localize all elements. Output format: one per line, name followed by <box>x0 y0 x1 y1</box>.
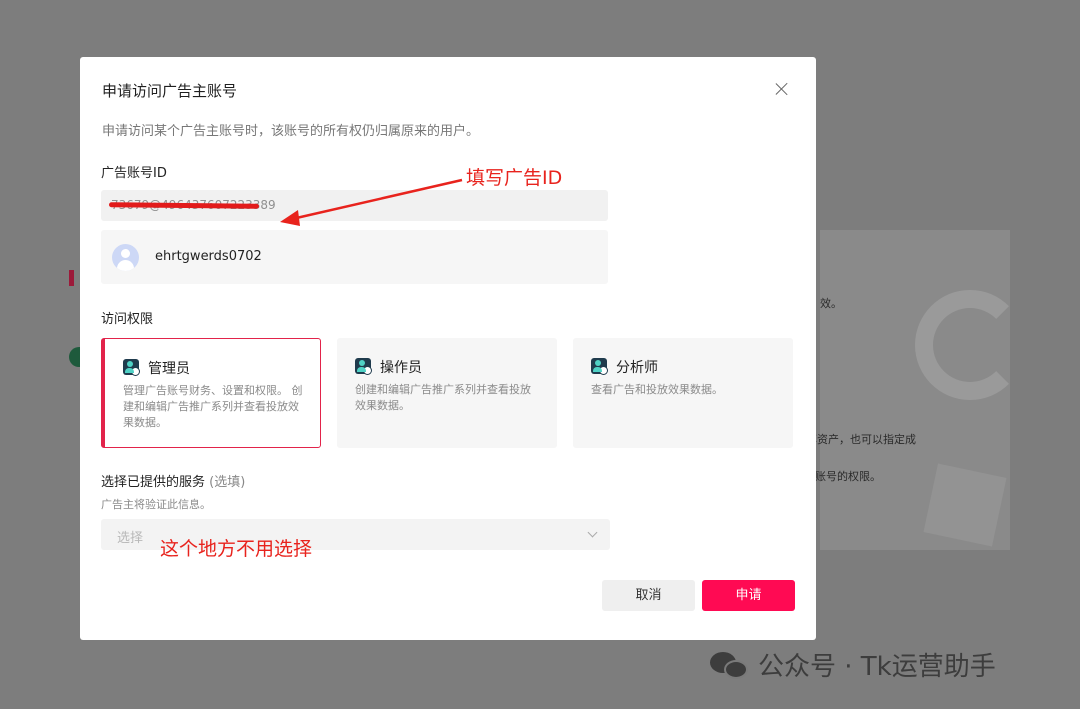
annotation-no-select: 这个地方不用选择 <box>160 538 313 560</box>
annotation-arrow <box>280 178 463 226</box>
annotation-fill-id: 填写广告ID <box>466 167 563 189</box>
watermark-text: 公众号 · Tk运营助手 <box>758 652 996 682</box>
wechat-icon <box>710 650 750 680</box>
watermark: 公众号 · Tk运营助手 <box>710 646 996 683</box>
